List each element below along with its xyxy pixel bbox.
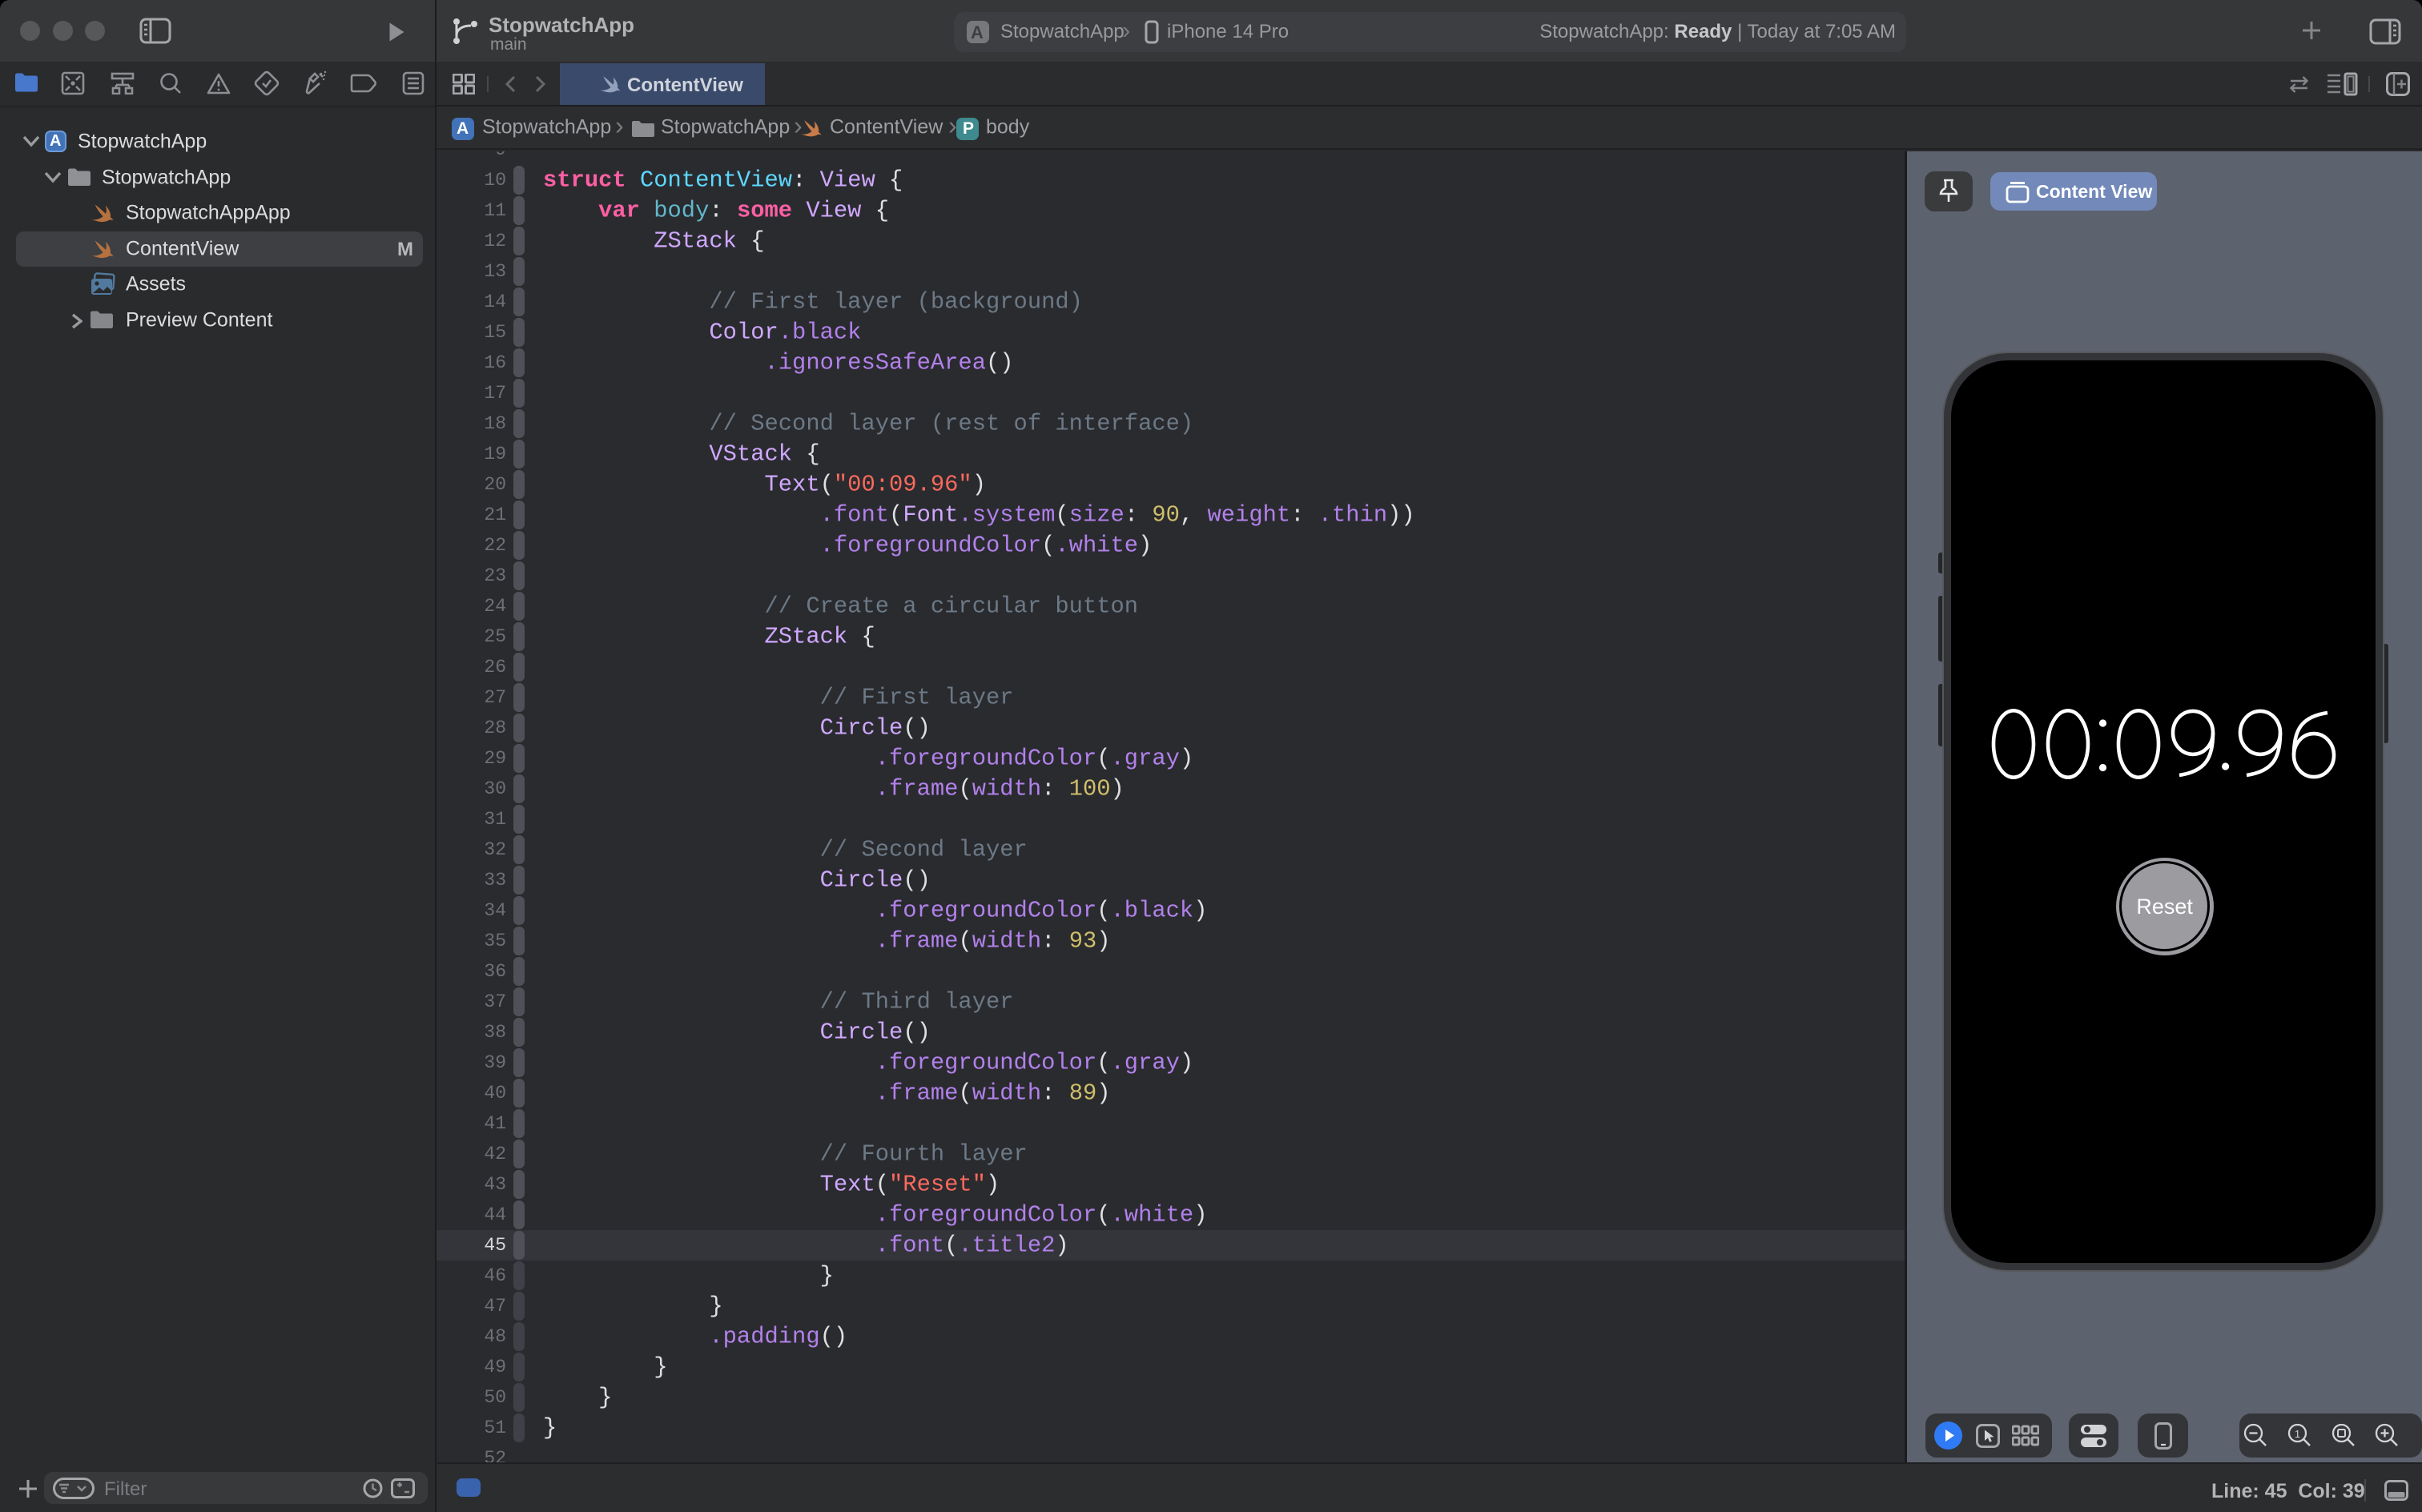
svg-text:1: 1 [2295,1428,2300,1440]
